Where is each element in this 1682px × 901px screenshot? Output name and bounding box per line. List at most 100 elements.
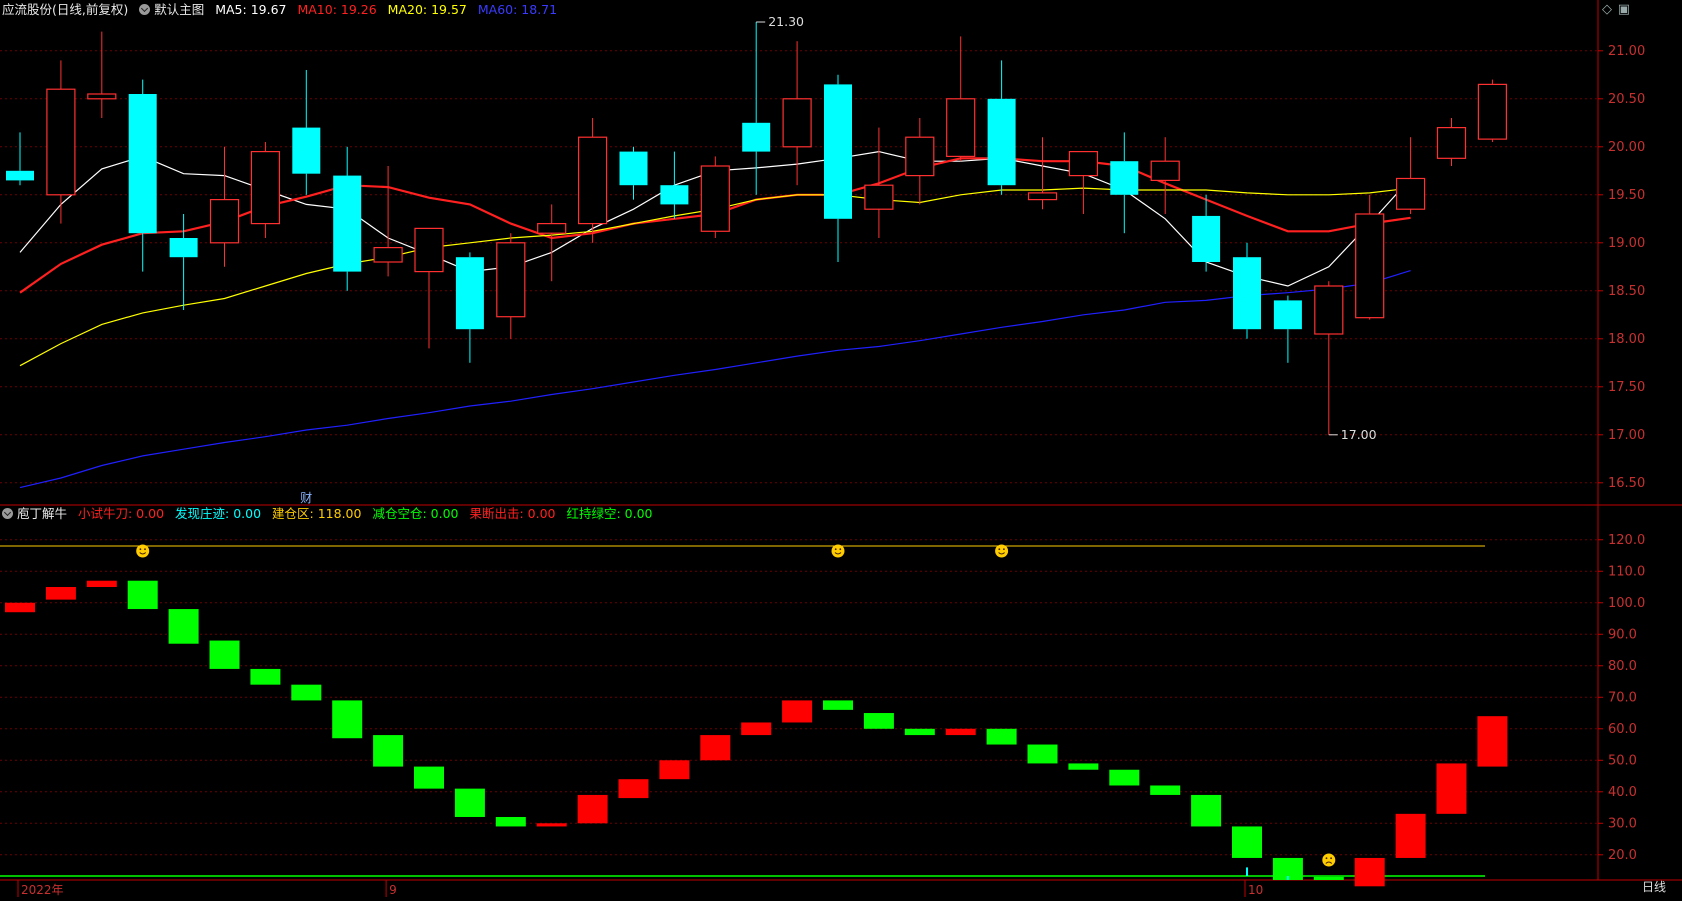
dropdown-icon[interactable] [139, 4, 151, 15]
frown-icon-eye [1330, 857, 1332, 860]
candle-body-up [905, 136, 935, 177]
smiley-icon-eye [139, 548, 142, 551]
red-indicator-bar [700, 735, 731, 761]
sub-item-4: 减仓空仓: 0.00 [372, 506, 459, 521]
candle-body-down [660, 185, 689, 205]
red-indicator-bar [577, 794, 608, 824]
price-tick-label: 21.00 [1608, 44, 1645, 59]
smiley-icon-eye [834, 548, 837, 551]
candle-body-down [1273, 300, 1302, 330]
red-indicator-bar [782, 700, 813, 723]
smiley-icon [831, 544, 845, 558]
time-tick-label: 10 [1248, 883, 1263, 897]
red-indicator-bar [618, 779, 649, 799]
price-tick-label: 20.50 [1608, 92, 1645, 107]
red-indicator-bar [45, 587, 76, 600]
red-indicator-bar [1436, 763, 1467, 814]
red-indicator-bar [1395, 813, 1426, 858]
period-label[interactable]: 日线 [1642, 878, 1666, 895]
candle-body-up [946, 98, 976, 158]
price-tick-label: 17.50 [1608, 380, 1645, 395]
candle-body-up [577, 136, 608, 225]
red-indicator-bar [945, 728, 976, 736]
stock-title[interactable]: 应流股份(日线,前复权) [2, 2, 128, 17]
candle-body-up [1395, 177, 1426, 210]
candle-body-up [1150, 160, 1180, 181]
candle-body-down [455, 257, 484, 330]
price-tick-label: 19.00 [1608, 236, 1645, 251]
extreme-label: 21.30 [768, 14, 804, 29]
chart-stage[interactable]: 21.00 20.50 20.00 19.50 19.00 18.50 18.00 17.50… [0, 0, 1682, 897]
smiley-icon [995, 544, 1009, 558]
indicator-tick-label: 110.0 [1608, 564, 1645, 579]
candle-body-down [987, 98, 1016, 186]
time-tick-label: 2022年 [21, 883, 64, 897]
dropdown-icon[interactable] [2, 508, 13, 519]
ma5-label: MA5: 19.67 [215, 2, 287, 17]
candle-body-up [373, 247, 403, 263]
ma60-line [19, 270, 1411, 489]
green-indicator-bar [209, 640, 240, 669]
indicator-tick-label: 20.0 [1608, 848, 1637, 863]
candle-body-down [6, 170, 34, 181]
smiley-icon-eye [839, 548, 842, 551]
candle-body-down [824, 84, 852, 219]
red-indicator-bar [741, 722, 772, 736]
candle-body-up [864, 184, 894, 210]
indicator-tick-label: 120.0 [1608, 533, 1645, 548]
sub-item-3: 建仓区: 118.00 [272, 506, 362, 521]
candle-body-down [619, 151, 648, 186]
window-restore-icon[interactable]: ▣ [1618, 2, 1630, 17]
indicator-tick-label: 100.0 [1608, 596, 1645, 611]
candle-body-up [782, 98, 812, 148]
red-indicator-bar [1477, 716, 1508, 767]
candle-body-down [333, 175, 362, 272]
green-indicator-bar [414, 766, 444, 789]
green-indicator-bar [986, 728, 1017, 745]
indicator-tick-label: 30.0 [1608, 816, 1637, 831]
green-indicator-bar [168, 609, 199, 644]
green-indicator-bar [454, 788, 485, 817]
indicator-tick-label: 70.0 [1608, 690, 1637, 705]
green-indicator-bar [1109, 769, 1140, 786]
candle-body-up [1477, 83, 1508, 140]
candle-body-up [414, 227, 444, 273]
price-tick-label: 17.00 [1608, 428, 1645, 443]
green-indicator-bar [332, 700, 363, 739]
green-indicator-bar [1027, 744, 1058, 764]
price-tick-label: 20.00 [1608, 140, 1645, 155]
sub-item-1: 小试牛刀: 0.00 [78, 506, 165, 521]
time-tick-label: 9 [389, 883, 397, 897]
candle-body-up [1314, 285, 1344, 335]
candle-body-down [1192, 215, 1221, 262]
candle-body-up [537, 223, 567, 234]
candle-body-up [700, 165, 730, 232]
price-tick-label: 19.50 [1608, 188, 1645, 203]
green-indicator-bar [1068, 763, 1099, 770]
green-indicator-bar [250, 668, 281, 685]
green-indicator-bar [495, 816, 526, 827]
candle-body-up [250, 151, 280, 225]
green-indicator-bar [823, 700, 853, 710]
red-indicator-bar [1354, 857, 1385, 887]
price-tick-label: 18.00 [1608, 332, 1645, 347]
chart-canvas[interactable]: 21.00 20.50 20.00 19.50 19.00 18.50 18.00 17.50… [0, 0, 1682, 897]
extreme-label: 17.00 [1341, 427, 1377, 442]
red-indicator-bar [659, 760, 690, 780]
red-indicator-bar [86, 580, 117, 588]
main-indicator[interactable]: 默认主图 [139, 2, 204, 17]
green-indicator-bar [863, 713, 894, 729]
candle-body-up [87, 93, 117, 100]
candle-body-up [1068, 151, 1099, 177]
diamond-icon[interactable]: ◇ [1602, 2, 1612, 17]
green-indicator-bar [373, 735, 404, 767]
candle-body-up [1355, 213, 1385, 319]
sub-indicator[interactable]: 庖丁解牛 [2, 506, 67, 521]
red-indicator-bar [536, 823, 567, 827]
smiley-icon-eye [1003, 548, 1005, 551]
smiley-icon [136, 544, 150, 558]
smiley-icon-eye [144, 548, 146, 551]
candle-body-up [46, 88, 76, 196]
indicator-tick-label: 60.0 [1608, 722, 1637, 737]
frown-icon-eye [1325, 857, 1328, 860]
